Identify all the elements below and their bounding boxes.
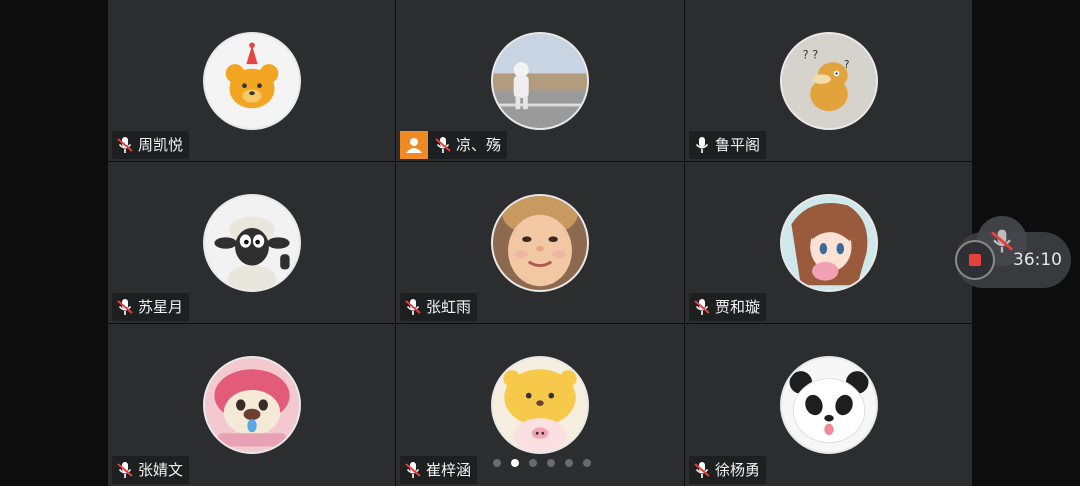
floating-call-panel[interactable]: 36:10 <box>955 216 1071 288</box>
person-icon <box>406 138 422 153</box>
avatar <box>779 194 878 292</box>
participant-tile[interactable]: 张婧文 <box>108 324 395 486</box>
host-badge <box>400 131 428 159</box>
participant-name: 苏星月 <box>138 298 184 316</box>
participant-tile[interactable]: 徐杨勇 <box>685 324 972 486</box>
participant-name: 徐杨勇 <box>715 461 761 479</box>
mic-icon <box>695 137 709 153</box>
mic-muted-icon <box>694 462 710 478</box>
name-tag: 张婧文 <box>112 456 190 484</box>
mic-muted-icon <box>117 299 133 315</box>
mic-muted-icon <box>435 137 451 153</box>
page-indicator[interactable] <box>493 459 591 467</box>
name-tag: 张虹雨 <box>400 293 478 321</box>
name-tag: 周凯悦 <box>112 131 190 159</box>
page-dot-active[interactable] <box>511 459 519 467</box>
participant-tile[interactable]: 张虹雨 <box>396 162 684 323</box>
video-grid: 周凯悦 凉、殇 ? ? ? 鲁平阁 苏星月 张虹雨 贾和璇 张婧文 崔梓涵 徐杨… <box>108 0 972 486</box>
page-dot[interactable] <box>493 459 501 467</box>
participant-tile[interactable]: 周凯悦 <box>108 0 395 161</box>
avatar <box>491 356 589 454</box>
participant-tile[interactable]: 苏星月 <box>108 162 395 323</box>
participant-name: 周凯悦 <box>138 136 184 154</box>
participant-name: 崔梓涵 <box>426 461 472 479</box>
participant-tile[interactable]: 贾和璇 <box>685 162 972 323</box>
avatar: ? ? ? <box>779 32 878 130</box>
mic-muted-icon <box>405 462 421 478</box>
mic-muted-icon <box>405 299 421 315</box>
page-dot[interactable] <box>583 459 591 467</box>
participant-tile[interactable]: 凉、殇 <box>396 0 684 161</box>
avatar <box>491 32 589 130</box>
svg-text:? ?: ? ? <box>802 48 818 61</box>
stop-recording-button[interactable] <box>955 240 995 280</box>
participant-name: 鲁平阁 <box>715 136 761 154</box>
mic-muted-icon <box>117 462 133 478</box>
name-tag: 徐杨勇 <box>689 456 767 484</box>
name-tag: 崔梓涵 <box>400 456 478 484</box>
participant-name: 凉、殇 <box>456 136 502 154</box>
page-dot[interactable] <box>529 459 537 467</box>
mic-muted-icon <box>694 299 710 315</box>
name-tag: 凉、殇 <box>400 131 508 159</box>
avatar <box>779 356 878 454</box>
avatar <box>202 356 301 454</box>
mic-muted-icon <box>117 137 133 153</box>
participant-name: 张婧文 <box>138 461 184 479</box>
name-tag: 贾和璇 <box>689 293 767 321</box>
page-dot[interactable] <box>547 459 555 467</box>
participant-name: 贾和璇 <box>715 298 761 316</box>
call-timer: 36:10 <box>1013 250 1062 270</box>
participant-name: 张虹雨 <box>426 298 472 316</box>
avatar <box>202 194 301 292</box>
avatar <box>202 32 301 130</box>
svg-text:?: ? <box>844 59 849 71</box>
avatar <box>491 194 589 292</box>
stop-icon <box>969 254 981 266</box>
name-tag: 苏星月 <box>112 293 190 321</box>
name-tag: 鲁平阁 <box>689 131 767 159</box>
page-dot[interactable] <box>565 459 573 467</box>
participant-tile[interactable]: ? ? ? 鲁平阁 <box>685 0 972 161</box>
